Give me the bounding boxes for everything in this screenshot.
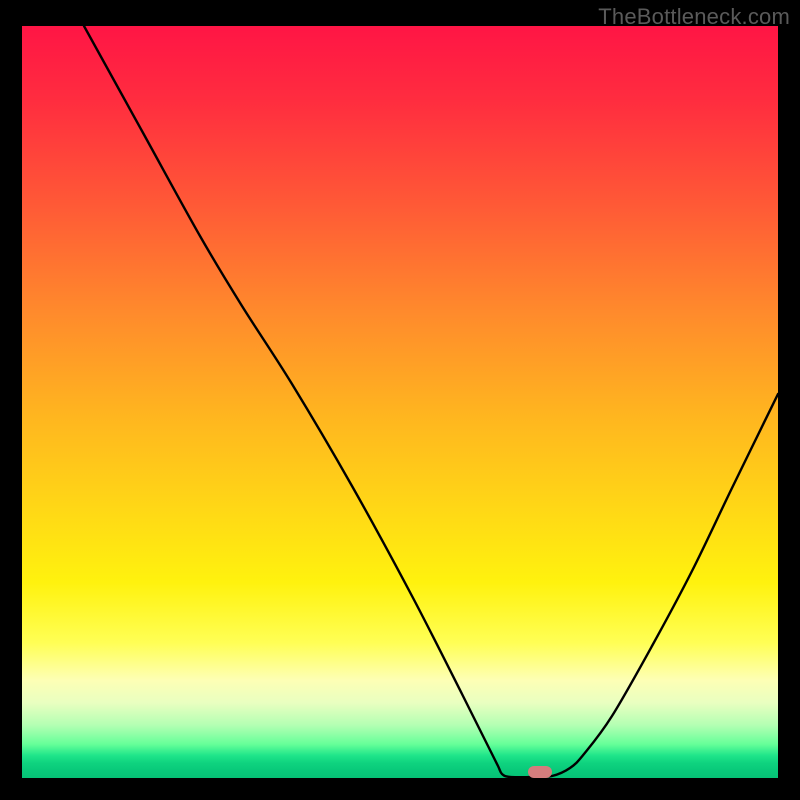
chart-frame: TheBottleneck.com (0, 0, 800, 800)
plot-area (22, 26, 778, 778)
curve-path (84, 26, 778, 777)
watermark-text: TheBottleneck.com (598, 4, 790, 30)
bottleneck-curve (22, 26, 778, 778)
optimal-point-marker (528, 766, 552, 778)
